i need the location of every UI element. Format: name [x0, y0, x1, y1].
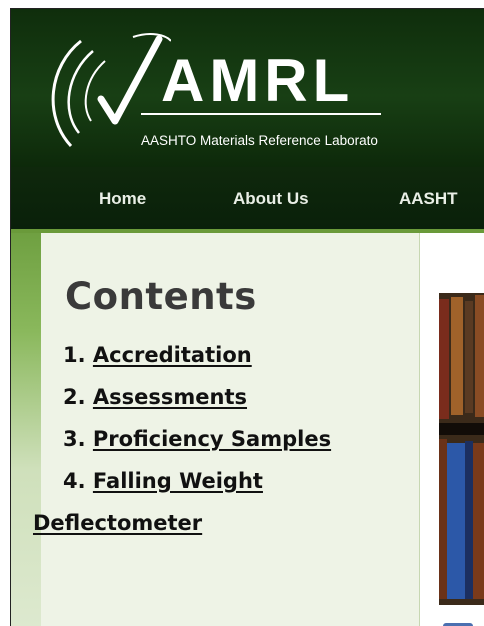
toc-link-falling-weight[interactable]: Falling Weight [93, 469, 263, 493]
contents-heading: Contents [65, 275, 257, 318]
contents-sidebar: Contents 1. Accreditation 2. Assessments… [33, 233, 420, 626]
toc-item-assessments: 2. Assessments [63, 385, 331, 427]
toc-item-accreditation: 1. Accreditation [63, 343, 331, 385]
nav-item-aashto[interactable]: AASHT [399, 189, 458, 209]
contents-list: 1. Accreditation 2. Assessments 3. Profi… [33, 343, 331, 553]
decorative-green-strip [11, 233, 41, 626]
toc-number: 3. [63, 427, 86, 451]
toc-number: 4. [63, 469, 86, 493]
toc-item-proficiency-samples: 3. Proficiency Samples [63, 427, 331, 469]
bookshelf-image [439, 293, 484, 605]
logo-subtitle: AASHTO Materials Reference Laborato [141, 133, 378, 148]
toc-link-proficiency-samples[interactable]: Proficiency Samples [93, 427, 331, 451]
toc-link-deflectometer[interactable]: Deflectometer [33, 511, 202, 535]
toc-number: 1. [63, 343, 86, 367]
browser-viewport: AMRL AASHTO Materials Reference Laborato… [10, 8, 484, 626]
site-header: AMRL AASHTO Materials Reference Laborato [11, 9, 484, 167]
amrl-logo[interactable]: AMRL AASHTO Materials Reference Laborato [41, 21, 484, 161]
toc-item-falling-weight-cont: Deflectometer [33, 511, 301, 553]
main-nav: Home About Us AASHT [11, 167, 484, 233]
logo-rule [141, 113, 381, 115]
nav-item-home[interactable]: Home [99, 189, 146, 209]
toc-link-accreditation[interactable]: Accreditation [93, 343, 252, 367]
toc-number: 2. [63, 385, 86, 409]
toc-item-falling-weight: 4. Falling Weight [63, 469, 331, 511]
nav-item-about-us[interactable]: About Us [233, 189, 309, 209]
logo-wordmark: AMRL [161, 47, 355, 114]
toc-link-assessments[interactable]: Assessments [93, 385, 247, 409]
